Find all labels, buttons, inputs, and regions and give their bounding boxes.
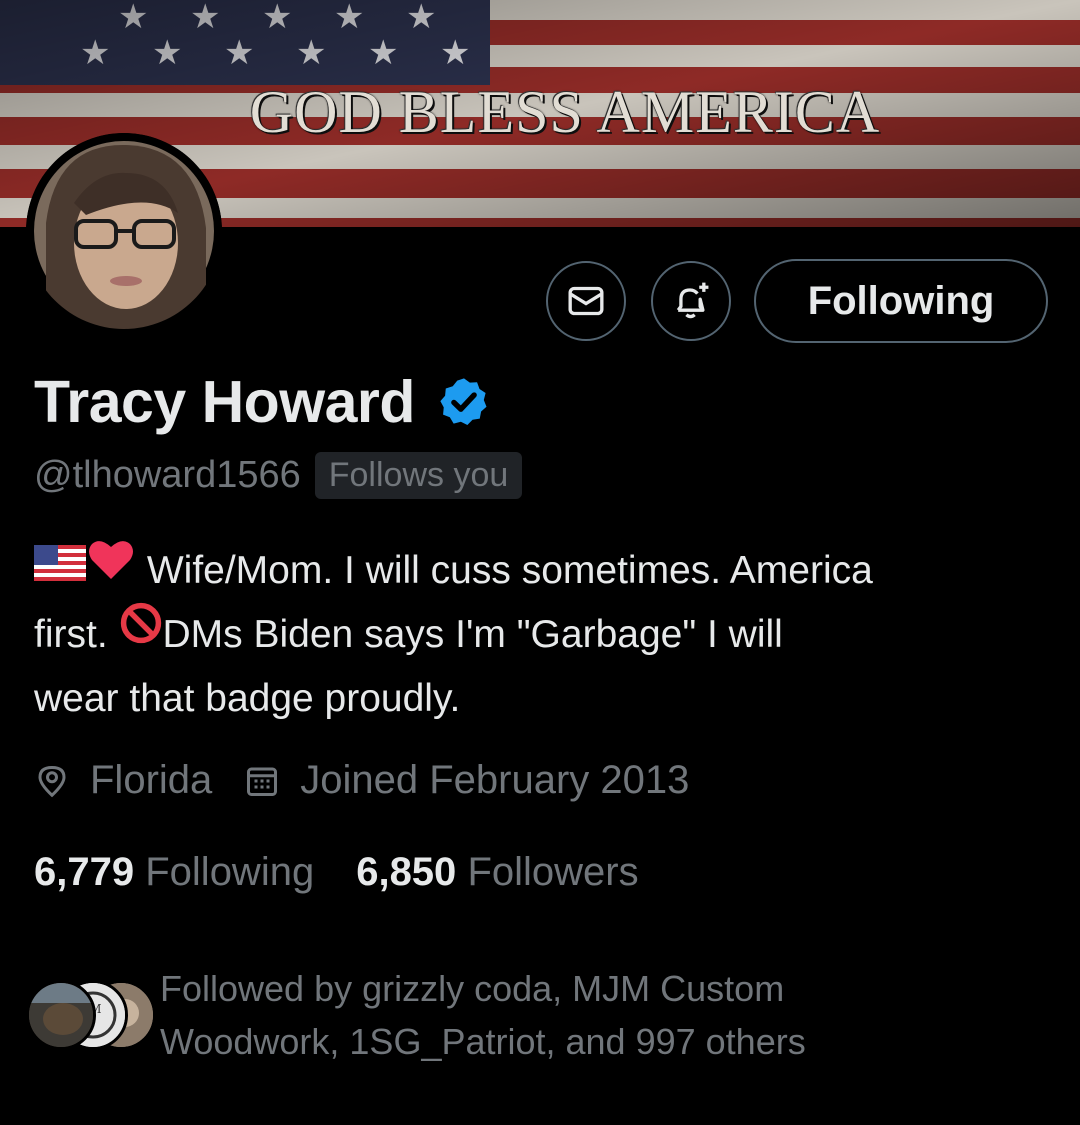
bio-text-2a: first. (34, 613, 108, 657)
following-button[interactable]: Following (754, 259, 1048, 343)
calendar-icon (247, 767, 278, 796)
followers-stat-link[interactable]: 6,850 Followers (356, 850, 638, 895)
following-stat-link[interactable]: 6,779 Following (34, 850, 314, 895)
bio-text-1: Wife/Mom. I will cuss sometimes. America (146, 549, 873, 592)
joined-text: Joined February 2013 (300, 758, 690, 802)
banner-text: GOD BLESS AMERICA (249, 79, 881, 145)
followed-by-line-2: Woodwork, 1SG_Patriot, and 997 others (160, 1021, 806, 1062)
verified-badge-icon[interactable] (437, 375, 491, 429)
handle-row: @tlhoward1566 Follows you (34, 452, 523, 499)
red-heart-emoji (86, 537, 136, 600)
bio-line-3: wear that badge proudly. (34, 677, 461, 721)
mutual-avatar-1 (26, 980, 96, 1050)
bell-plus-icon (676, 282, 709, 319)
followed-by-text: Followed by grizzly coda, MJM Custom Woo… (160, 962, 920, 1068)
bio-line-1: Wife/Mom. I will cuss sometimes. America (34, 540, 1064, 604)
profile-meta: Florida Joined February 2013 (34, 758, 721, 803)
bio-line-2: first. DMs Biden says I'm "Garbage" I wi… (34, 601, 1064, 668)
location-pin-icon (38, 765, 66, 797)
location-item: Florida (34, 758, 212, 803)
followers-count: 6,850 (356, 850, 457, 894)
message-button[interactable] (546, 261, 626, 341)
mutual-avatars: JM (26, 980, 156, 1050)
prohibited-emoji (119, 601, 163, 664)
followers-label: Followers (467, 850, 639, 894)
followed-by-line-1: Followed by grizzly coda, MJM Custom (160, 968, 785, 1009)
following-count: 6,779 (34, 850, 135, 894)
following-label: Following (145, 850, 315, 894)
profile-actions: Following (0, 259, 1080, 343)
profile-bio: Wife/Mom. I will cuss sometimes. America… (34, 540, 1064, 730)
location-text: Florida (90, 758, 213, 802)
notify-button[interactable] (651, 261, 731, 341)
follow-stats: 6,779 Following 6,850 Followers (34, 850, 681, 895)
envelope-icon (568, 286, 604, 316)
followed-by-row[interactable]: JM Followed by grizzly coda, MJM Custom … (26, 962, 920, 1068)
joined-item: Joined February 2013 (244, 758, 689, 803)
display-name: Tracy Howard (34, 369, 415, 435)
follows-you-badge: Follows you (314, 452, 523, 499)
bio-text-2b: DMs Biden says I'm "Garbage" I will (162, 613, 783, 657)
us-flag-emoji (34, 538, 86, 600)
name-row: Tracy Howard (34, 368, 491, 436)
user-handle: @tlhoward1566 (34, 454, 301, 496)
